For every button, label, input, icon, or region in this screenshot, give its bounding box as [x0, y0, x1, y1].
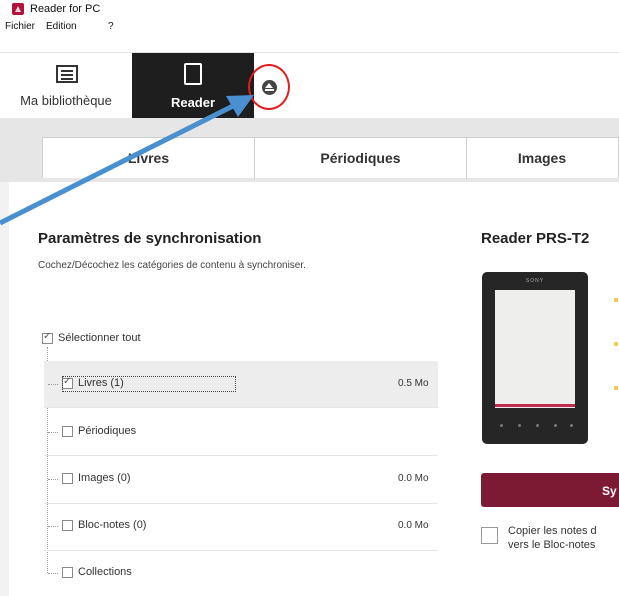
tab-images[interactable]: Images — [467, 138, 617, 179]
library-button[interactable]: Ma bibliothèque — [0, 53, 132, 119]
tab-livres[interactable]: Livres — [43, 138, 254, 179]
storage-legend-marker — [614, 386, 618, 390]
tab-periodiques[interactable]: Périodiques — [255, 138, 466, 179]
row-separator — [44, 455, 438, 456]
sync-item-label-collections: Collections — [78, 566, 132, 578]
reader-label: Reader — [170, 95, 216, 110]
select-all-checkbox[interactable] — [42, 331, 53, 344]
main-toolbar: Ma bibliothèque Reader — [0, 52, 619, 119]
device-image: SONY — [482, 272, 588, 444]
sync-item-label-bloc-notes: Bloc-notes (0) — [78, 519, 147, 531]
sync-settings-title: Paramètres de synchronisation — [38, 230, 262, 247]
tree-tick — [48, 526, 58, 527]
window-title: Reader for PC — [30, 3, 101, 15]
menu-edit[interactable]: Edition — [46, 21, 77, 32]
tree-tick — [48, 384, 58, 385]
menu-help[interactable]: ? — [108, 21, 114, 32]
sync-item-checkbox-periodiques[interactable] — [62, 426, 73, 437]
device-brand: SONY — [525, 278, 545, 284]
device-button-dot — [500, 424, 503, 427]
sync-item-size-images: 0.0 Mo — [398, 473, 429, 484]
copy-notes-label-line2: vers le Bloc-notes — [508, 539, 596, 551]
sync-settings-subtitle: Cochez/Décochez les catégories de conten… — [38, 260, 306, 271]
tree-tick — [48, 432, 58, 433]
device-title: Reader PRS-T2 — [481, 230, 590, 247]
storage-legend-marker — [614, 342, 618, 346]
sync-item-size-livres: 0.5 Mo — [398, 378, 429, 389]
reader-button[interactable]: Reader — [132, 53, 254, 119]
sync-item-checkbox-images[interactable] — [62, 473, 73, 484]
title-bar: Reader for PC — [0, 0, 619, 20]
copy-notes-label-line1: Copier les notes d — [508, 525, 597, 537]
device-button-dot — [570, 424, 573, 427]
category-tabs: Livres Périodiques Images — [42, 137, 619, 179]
app-logo-icon — [12, 3, 24, 15]
storage-legend-marker — [614, 298, 618, 302]
sync-item-checkbox-collections[interactable] — [62, 567, 73, 578]
tree-tick — [48, 573, 58, 574]
sync-button-label: Sy — [602, 484, 617, 498]
sync-item-label-images: Images (0) — [78, 472, 131, 484]
device-button-dot — [518, 424, 521, 427]
menu-file[interactable]: Fichier — [5, 21, 35, 32]
select-all-label: Sélectionner tout — [58, 332, 141, 344]
menu-bar: Fichier Edition ? — [0, 20, 619, 34]
reader-device-icon — [184, 63, 202, 85]
device-screen — [495, 290, 575, 408]
device-button-dot — [554, 424, 557, 427]
sync-item-checkbox-bloc-notes[interactable] — [62, 520, 73, 531]
device-buttons — [496, 424, 574, 428]
device-storage-bar — [495, 404, 575, 407]
library-icon — [56, 65, 78, 83]
sync-item-size-bloc-notes: 0.0 Mo — [398, 520, 429, 531]
highlight-circle — [248, 64, 290, 110]
row-separator — [44, 503, 438, 504]
focus-outline — [62, 376, 236, 392]
copy-notes-checkbox[interactable] — [481, 527, 498, 544]
device-button-dot — [536, 424, 539, 427]
sync-item-label-periodiques: Périodiques — [78, 425, 137, 437]
row-separator — [44, 407, 438, 408]
sync-button[interactable] — [481, 473, 619, 507]
row-separator — [44, 550, 438, 551]
tree-tick — [48, 479, 58, 480]
library-label: Ma bibliothèque — [20, 93, 112, 108]
left-edge — [0, 182, 9, 596]
